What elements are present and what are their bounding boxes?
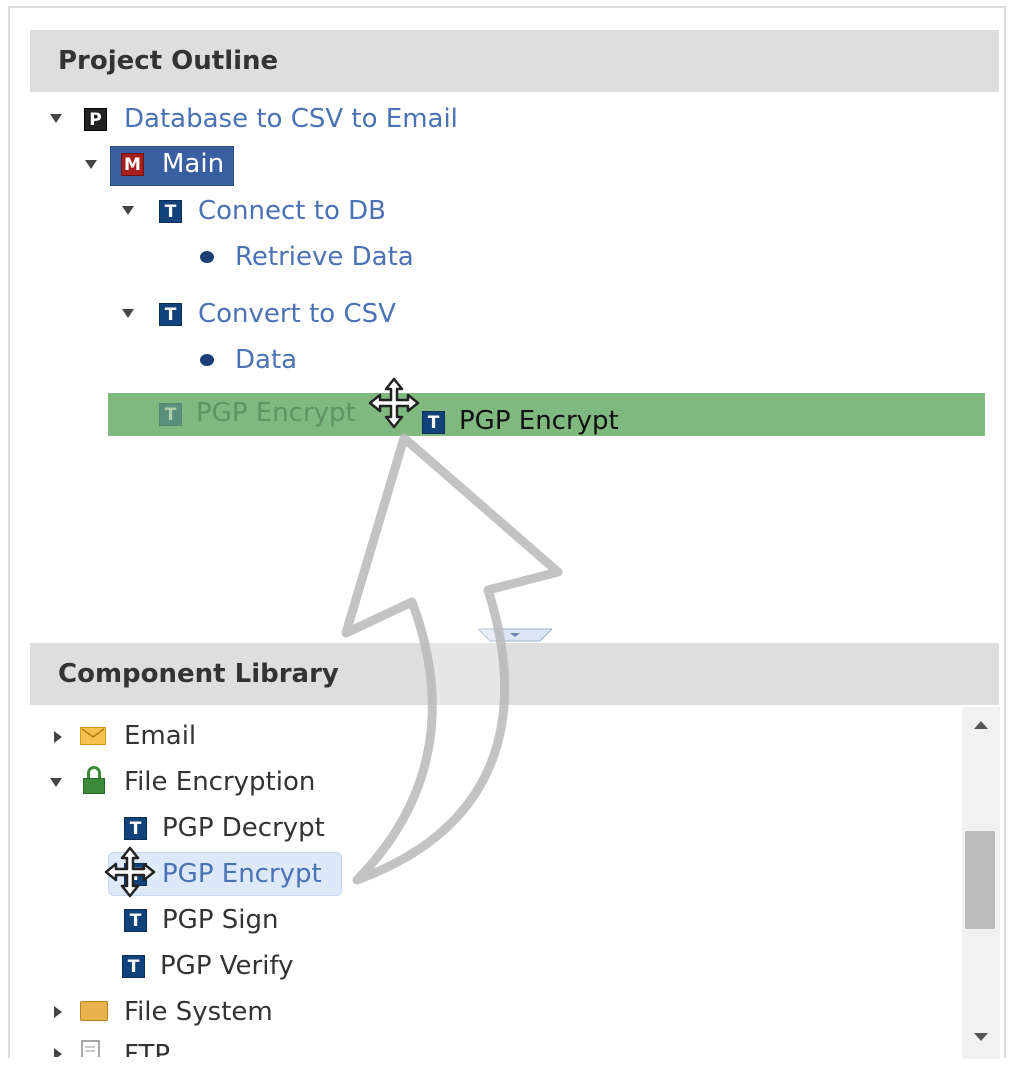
- move-cursor-icon: [368, 377, 420, 429]
- move-cursor-icon: [104, 846, 156, 898]
- drag-direction-arrow-icon: [341, 433, 563, 885]
